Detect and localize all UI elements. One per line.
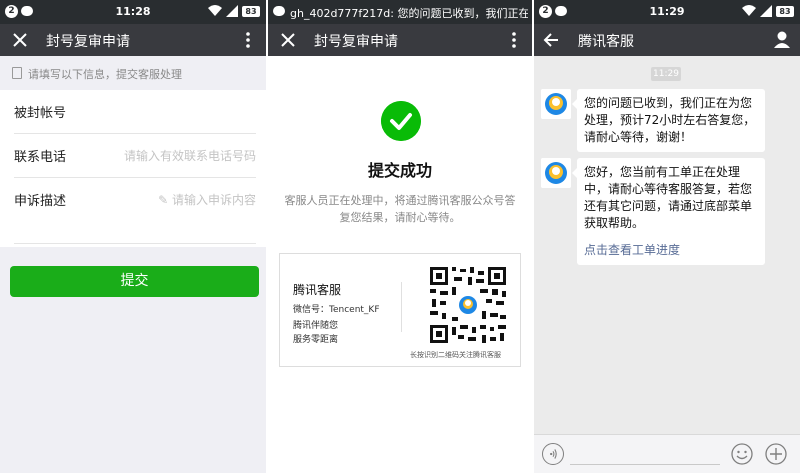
- screen-chat: 2 11:29 83 腾讯客服 11:29 您的问题已收到，我们正在为您处理，预…: [534, 0, 800, 473]
- emoji-icon[interactable]: [731, 443, 753, 465]
- description-label: 申诉描述: [14, 194, 67, 209]
- profile-icon[interactable]: [766, 24, 798, 56]
- page-title: 封号复审申请: [46, 34, 130, 50]
- phone-label: 联系电话: [14, 150, 67, 165]
- close-icon[interactable]: [4, 24, 36, 56]
- description-placeholder: ✎ 请输入申诉内容: [158, 193, 256, 207]
- more-vertical-icon[interactable]: [498, 24, 530, 56]
- nav-bar: 封号复审申请: [0, 24, 266, 56]
- submit-button[interactable]: 提交: [10, 266, 259, 297]
- voice-input-icon[interactable]: [542, 443, 564, 465]
- wechat-id: 微信号：Tencent_KF: [293, 305, 380, 315]
- close-icon[interactable]: [272, 24, 304, 56]
- slogan-line-2: 服务零距离: [293, 335, 339, 345]
- form-hint-text: 请填写以下信息，提交客服处理: [28, 68, 182, 81]
- notification-text: gh_402d777f217d: 您的问题已收到，我们正在为您: [290, 7, 528, 20]
- account-label: 被封帐号: [14, 106, 67, 121]
- status-bar: 2 11:28 83: [0, 0, 266, 24]
- success-title: 提交成功: [367, 161, 432, 180]
- phone-placeholder: 请输入有效联系电话号码: [123, 149, 256, 163]
- back-arrow-icon[interactable]: [536, 24, 568, 56]
- battery-icon: 83: [776, 6, 794, 17]
- description-field[interactable]: 申诉描述 ✎ 请输入申诉内容: [14, 178, 256, 244]
- add-more-icon[interactable]: [765, 443, 787, 465]
- nav-bar: 封号复审申请: [268, 24, 532, 56]
- battery-icon: 83: [242, 6, 260, 17]
- appeal-form: 被封帐号 联系电话 请输入有效联系电话号码 申诉描述 ✎ 请输入申诉内容: [0, 90, 266, 247]
- card-divider: [401, 282, 402, 332]
- account-name: 腾讯客服: [293, 283, 342, 297]
- signal-icon: [226, 5, 238, 17]
- slogan-line-1: 腾讯伴随您: [293, 321, 339, 331]
- page-title: 封号复审申请: [314, 34, 398, 50]
- qr-code-card: 腾讯客服 微信号：Tencent_KF 腾讯伴随您 服务零距离 长按识别二维码关…: [279, 253, 521, 367]
- success-check-icon: [381, 101, 421, 141]
- message-text: 您好，您当前有工单正在处理中，请耐心等待客服答复，若您还有其它问题，请通过底部菜…: [584, 165, 753, 230]
- wifi-icon: [208, 5, 222, 16]
- status-bar: gh_402d777f217d: 您的问题已收到，我们正在为您: [268, 0, 532, 24]
- chat-input-bar: [534, 434, 800, 473]
- screen-submit-success: gh_402d777f217d: 您的问题已收到，我们正在为您 封号复审申请 提…: [268, 0, 532, 473]
- document-icon: [12, 67, 22, 79]
- nav-bar: 腾讯客服: [534, 24, 800, 56]
- qr-caption: 长按识别二维码关注腾讯客服: [410, 351, 501, 359]
- status-bar: 2 11:29 83: [534, 0, 800, 24]
- success-description: 客服人员正在处理中，将通过腾讯客服公众号答复您结果，请耐心等待。: [284, 194, 516, 224]
- more-vertical-icon[interactable]: [232, 24, 264, 56]
- message-text: 您的问题已收到，我们正在为您处理，预计72小时左右答复您，请耐心等待，谢谢！: [584, 96, 756, 144]
- avatar-icon[interactable]: [541, 89, 571, 119]
- wifi-icon: [742, 5, 756, 16]
- chat-title: 腾讯客服: [578, 34, 634, 50]
- message-bubble-1: 您的问题已收到，我们正在为您处理，预计72小时左右答复您，请耐心等待，谢谢！: [572, 89, 765, 152]
- wechat-notification-icon: [273, 6, 285, 16]
- message-timestamp: 11:29: [651, 67, 681, 81]
- message-input[interactable]: [570, 443, 720, 465]
- phone-field[interactable]: 联系电话 请输入有效联系电话号码: [14, 134, 256, 178]
- message-bubble-2: 您好，您当前有工单正在处理中，请耐心等待客服答复，若您还有其它问题，请通过底部菜…: [572, 158, 765, 265]
- ticket-progress-link[interactable]: 点击查看工单进度: [584, 242, 758, 259]
- qr-code-image[interactable]: [428, 265, 508, 345]
- account-field[interactable]: 被封帐号: [14, 90, 256, 134]
- signal-icon: [760, 5, 772, 17]
- screen-appeal-form: 2 11:28 83 封号复审申请 请填写以下信息，提交客服处理 被封帐号 联系…: [0, 0, 266, 473]
- avatar-icon[interactable]: [541, 158, 571, 188]
- form-hint: 请填写以下信息，提交客服处理: [0, 56, 266, 90]
